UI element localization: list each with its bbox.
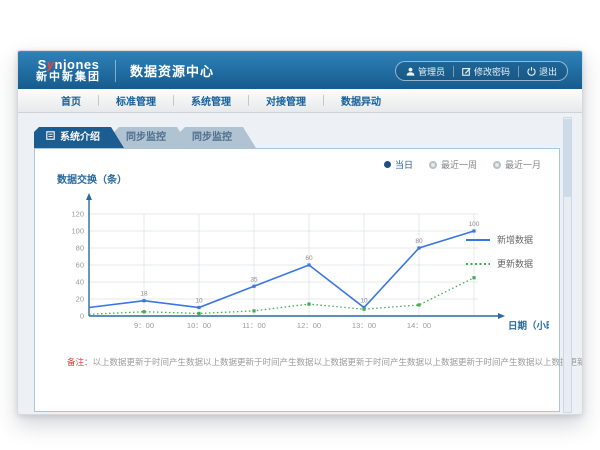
data-point	[197, 312, 200, 315]
admin-button[interactable]: 管理员	[406, 65, 445, 78]
app-window: Synjones 新中新集团 数据资源中心 管理员 修改密码	[17, 50, 583, 415]
edit-icon	[462, 67, 471, 76]
filter-last-month[interactable]: 最近一月	[493, 158, 541, 171]
time-range-filters: 当日 最近一周 最近一月	[384, 158, 541, 171]
data-point	[362, 308, 365, 311]
footnote: 备注：以上数据更新于时间产生数据以上数据更新于时间产生数据以上数据更新于时间产生…	[67, 356, 583, 368]
solid-line-swatch	[466, 237, 490, 243]
y-tick-label: 40	[76, 278, 84, 287]
tab-bar: 系统介绍 同步监控 同步监控	[34, 127, 572, 148]
point-label: 10	[360, 298, 368, 305]
legend-label: 新增数据	[497, 233, 533, 246]
company-logo: Synjones 新中新集团	[36, 58, 101, 83]
data-point	[417, 246, 420, 249]
scrollbar[interactable]	[563, 117, 572, 413]
point-label: 60	[305, 255, 313, 262]
data-point	[197, 306, 200, 309]
x-tick-label: 10：00	[187, 321, 211, 330]
filter-last-week[interactable]: 最近一周	[429, 158, 477, 171]
tab-label: 系统介绍	[60, 127, 100, 148]
x-tick-label: 11：00	[242, 321, 266, 330]
footnote-prefix: 备注：	[67, 357, 93, 367]
y-axis-arrow	[86, 193, 92, 200]
main-nav: 首页 标准管理 系统管理 对接管理 数据异动	[18, 89, 582, 113]
data-point	[142, 299, 145, 302]
page-title: 数据资源中心	[130, 61, 214, 80]
nav-item-standard-mgmt[interactable]: 标准管理	[99, 93, 173, 108]
logout-label: 退出	[539, 65, 557, 78]
logo-text-cn: 新中新集团	[36, 72, 101, 84]
y-axis-title: 数据交换（条）	[57, 171, 127, 186]
tab-system-intro[interactable]: 系统介绍	[34, 127, 124, 148]
user-menu: 管理员 修改密码 退出	[395, 61, 568, 81]
chart-panel: 当日 最近一周 最近一月 数据交换（条） 0 20 40 60 80 100 120 9：00…	[34, 148, 560, 412]
x-tick-label: 14：00	[407, 321, 431, 330]
change-password-button[interactable]: 修改密码	[462, 65, 510, 78]
filter-label: 最近一周	[441, 158, 477, 171]
legend-new-data: 新增数据	[466, 233, 533, 246]
user-icon	[406, 67, 415, 76]
dotted-line-swatch	[466, 261, 490, 267]
data-point	[307, 303, 310, 306]
user-menu-divider	[518, 66, 519, 77]
nav-item-home[interactable]: 首页	[44, 93, 98, 108]
content-area: 系统介绍 同步监控 同步监控 当日 最近一周	[18, 113, 582, 412]
data-point	[252, 285, 255, 288]
y-tick-label: 120	[71, 210, 84, 219]
point-label: 80	[415, 238, 423, 245]
x-axis-title: 日期（小时）	[508, 320, 549, 332]
y-tick-label: 60	[76, 261, 84, 270]
legend-label: 更新数据	[497, 257, 533, 270]
change-password-label: 修改密码	[474, 65, 510, 78]
x-tick-label: 9：00	[134, 321, 154, 330]
radio-unselected-icon	[429, 161, 437, 169]
x-tick-label: 13：00	[352, 321, 376, 330]
tab-sync-monitor-1[interactable]: 同步监控	[114, 127, 190, 148]
user-menu-divider	[453, 66, 454, 77]
logo-text-en: Synjones	[36, 58, 101, 72]
logout-button[interactable]: 退出	[527, 65, 557, 78]
point-label: 10	[195, 298, 203, 305]
data-point	[307, 263, 310, 266]
x-tick-label: 12：00	[297, 321, 321, 330]
point-label: 18	[140, 291, 148, 298]
point-label: 100	[469, 221, 480, 228]
data-point	[417, 303, 420, 306]
radio-unselected-icon	[493, 161, 501, 169]
radio-selected-icon	[384, 161, 391, 168]
filter-label: 最近一月	[505, 158, 541, 171]
y-tick-label: 0	[80, 312, 84, 321]
data-point	[142, 310, 145, 313]
tab-label: 同步监控	[126, 127, 166, 148]
power-icon	[527, 67, 536, 76]
y-tick-label: 20	[76, 295, 84, 304]
footnote-text: 以上数据更新于时间产生数据以上数据更新于时间产生数据以上数据更新于时间产生数据以…	[93, 357, 583, 367]
x-axis-arrow	[498, 313, 505, 319]
y-tick-label: 100	[71, 227, 84, 236]
nav-item-interface-mgmt[interactable]: 对接管理	[249, 93, 323, 108]
header-divider	[115, 60, 116, 82]
y-tick-label: 80	[76, 244, 84, 253]
nav-item-system-mgmt[interactable]: 系统管理	[174, 93, 248, 108]
nav-item-data-change[interactable]: 数据异动	[324, 93, 398, 108]
admin-label: 管理员	[418, 65, 445, 78]
app-header: Synjones 新中新集团 数据资源中心 管理员 修改密码	[18, 51, 582, 89]
legend-updated-data: 更新数据	[466, 257, 533, 270]
point-label: 35	[250, 276, 258, 283]
document-icon	[46, 127, 55, 148]
filter-label: 当日	[395, 158, 413, 171]
data-point	[252, 309, 255, 312]
tab-label: 同步监控	[192, 127, 232, 148]
chart-legend: 新增数据 更新数据	[466, 233, 533, 281]
tab-sync-monitor-2[interactable]: 同步监控	[180, 127, 256, 148]
filter-today[interactable]: 当日	[384, 158, 413, 171]
